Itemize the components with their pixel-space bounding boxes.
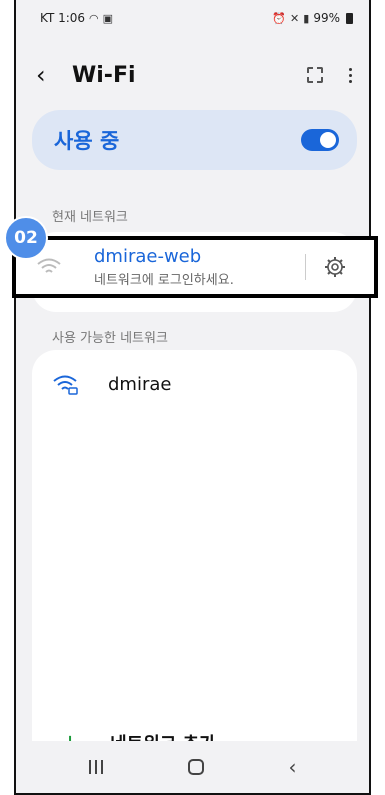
current-network-label: 현재 네트워크	[52, 210, 128, 225]
wifi-lock-icon	[53, 375, 78, 395]
wifi-toggle-switch[interactable]	[301, 129, 339, 151]
wifi-toggle-label: 사용 중	[54, 129, 120, 153]
alarm-icon: ⏰	[272, 11, 287, 25]
network-text: dmirae-web 네트워크에 로그인하세요.	[94, 246, 305, 288]
network-item-dmirae[interactable]: dmirae	[32, 356, 357, 412]
chevron-left-icon[interactable]: ‹	[36, 63, 66, 87]
gear-icon[interactable]	[324, 256, 346, 278]
app-bar: ‹ Wi-Fi	[16, 50, 369, 100]
phone-screen: KT 1:06 ◠ ▣ ⏰ ✕ ▮ 99% ‹ Wi-Fi 사용 중 현재 네트…	[14, 0, 371, 795]
available-networks-label: 사용 가능한 네트워크	[52, 331, 168, 346]
signal-icon: ▮	[303, 11, 310, 25]
current-network-status: 네트워크에 로그인하세요.	[94, 273, 234, 288]
current-network-item[interactable]: dmirae-web 네트워크에 로그인하세요.	[12, 236, 378, 298]
navigation-bar: ‹	[16, 741, 369, 793]
network-name: dmirae	[108, 373, 172, 395]
page-title: Wi-Fi	[72, 62, 136, 88]
divider	[305, 254, 306, 280]
status-bar: KT 1:06 ◠ ▣ ⏰ ✕ ▮ 99%	[16, 0, 369, 36]
battery-percent: 99%	[313, 11, 340, 25]
current-network-name: dmirae-web	[94, 246, 202, 267]
home-icon[interactable]	[187, 759, 204, 775]
step-badge: 02	[4, 216, 48, 260]
wifi-toggle-card[interactable]: 사용 중	[32, 110, 357, 170]
carrier-time: KT 1:06	[40, 11, 86, 25]
nav-back-icon[interactable]: ‹	[289, 757, 297, 777]
gallery-icon: ▣	[102, 11, 114, 25]
toggle-knob	[320, 132, 336, 148]
more-vertical-icon[interactable]	[345, 67, 355, 83]
recent-apps-icon[interactable]	[88, 760, 103, 774]
battery-icon	[346, 12, 353, 24]
empty-list-area	[54, 416, 336, 686]
wifi-status-icon: ◠	[89, 11, 99, 25]
mute-icon: ✕	[290, 11, 300, 25]
wifi-icon	[37, 258, 61, 273]
qr-scan-icon[interactable]	[307, 67, 323, 83]
